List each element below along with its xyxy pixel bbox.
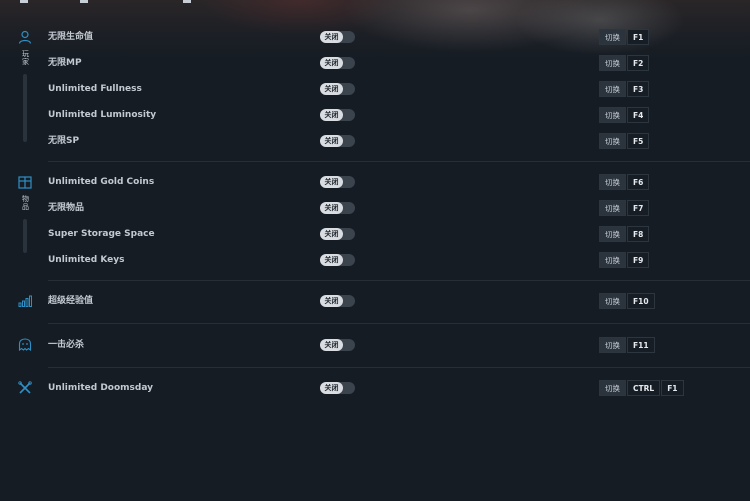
cheat-name: 无限生命值 (48, 32, 94, 42)
hotkey-group: 切换 F6 (599, 174, 650, 190)
cheat-name: Super Storage Space (48, 229, 155, 239)
hotkey-key[interactable]: F1 (661, 380, 684, 396)
cheat-toggle[interactable]: 关闭 (320, 254, 355, 266)
hotkey-group: 切换 F3 (599, 81, 650, 97)
hotkey-group: 切换 F2 (599, 55, 650, 71)
cheat-row: 一击必杀 关闭 切换 F11 (0, 333, 750, 357)
cheat-toggle[interactable]: 关闭 (320, 83, 355, 95)
hotkey-group: 切换 F11 (599, 337, 656, 353)
hotkey-switch-button[interactable]: 切换 (599, 200, 626, 216)
cheat-toggle[interactable]: 关闭 (320, 31, 355, 43)
cheat-row: 无限物品 关闭 切换 F7 (0, 196, 750, 220)
hotkey-switch-button[interactable]: 切换 (599, 252, 626, 268)
cheat-name: Unlimited Fullness (48, 84, 142, 94)
hotkey-key[interactable]: F9 (627, 252, 650, 268)
hotkey-switch-button[interactable]: 切换 (599, 29, 626, 45)
cheat-row: 无限SP 关闭 切换 F5 (0, 129, 750, 153)
header-edge-mark (80, 0, 88, 3)
header-edge-mark (20, 0, 28, 3)
cheat-name: Unlimited Doomsday (48, 383, 154, 393)
cheat-name: 无限SP (48, 136, 80, 146)
hotkey-key[interactable]: F7 (627, 200, 650, 216)
toggle-state-label: 关闭 (320, 109, 343, 121)
toggle-state-label: 关闭 (320, 176, 343, 188)
hotkey-key[interactable]: F11 (627, 337, 655, 353)
hotkey-group: 切换 F9 (599, 252, 650, 268)
cheat-name: Unlimited Luminosity (48, 110, 157, 120)
hotkey-group: 切换 CTRL F1 (599, 380, 685, 396)
toggle-state-label: 关闭 (320, 339, 343, 351)
hotkey-switch-button[interactable]: 切换 (599, 380, 626, 396)
header-edge-mark (183, 0, 191, 3)
cheat-name: Unlimited Gold Coins (48, 177, 155, 187)
cheat-row: 超级经验值 关闭 切换 F10 (0, 289, 750, 313)
hotkey-switch-button[interactable]: 切换 (599, 174, 626, 190)
hotkey-key[interactable]: F5 (627, 133, 650, 149)
section-divider (48, 323, 750, 324)
cheat-row: 无限生命值 关闭 切换 F1 (0, 25, 750, 49)
hotkey-switch-button[interactable]: 切换 (599, 337, 626, 353)
cheat-toggle[interactable]: 关闭 (320, 228, 355, 240)
hotkey-key[interactable]: F4 (627, 107, 650, 123)
hotkey-key[interactable]: F8 (627, 226, 650, 242)
hotkey-key[interactable]: F3 (627, 81, 650, 97)
toggle-state-label: 关闭 (320, 31, 343, 43)
hotkey-key[interactable]: F6 (627, 174, 650, 190)
toggle-state-label: 关闭 (320, 228, 343, 240)
hotkey-group: 切换 F5 (599, 133, 650, 149)
section-divider (48, 367, 750, 368)
cheat-toggle[interactable]: 关闭 (320, 135, 355, 147)
hotkey-switch-button[interactable]: 切换 (599, 226, 626, 242)
hotkey-key[interactable]: F1 (627, 29, 650, 45)
cheat-name: 超级经验值 (48, 296, 94, 306)
toggle-state-label: 关闭 (320, 295, 343, 307)
cheat-row: Unlimited Gold Coins 关闭 切换 F6 (0, 170, 750, 194)
cheat-row: Unlimited Fullness 关闭 切换 F3 (0, 77, 750, 101)
section-divider (48, 280, 750, 281)
hotkey-switch-button[interactable]: 切换 (599, 293, 626, 309)
hotkey-switch-button[interactable]: 切换 (599, 81, 626, 97)
cheat-name: 无限MP (48, 58, 82, 68)
hotkey-switch-button[interactable]: 切换 (599, 133, 626, 149)
hotkey-key[interactable]: F2 (627, 55, 650, 71)
hotkey-group: 切换 F1 (599, 29, 650, 45)
toggle-state-label: 关闭 (320, 135, 343, 147)
hotkey-key[interactable]: F10 (627, 293, 655, 309)
cheat-toggle[interactable]: 关闭 (320, 202, 355, 214)
hotkey-switch-button[interactable]: 切换 (599, 55, 626, 71)
hotkey-group: 切换 F4 (599, 107, 650, 123)
cheat-toggle[interactable]: 关闭 (320, 109, 355, 121)
hotkey-group: 切换 F10 (599, 293, 656, 309)
hotkey-modifier-key[interactable]: CTRL (627, 380, 661, 396)
cheat-row: Unlimited Doomsday 关闭 切换 CTRL F1 (0, 376, 750, 400)
cheat-toggle[interactable]: 关闭 (320, 176, 355, 188)
cheat-row: Unlimited Luminosity 关闭 切换 F4 (0, 103, 750, 127)
section-divider (48, 161, 750, 162)
toggle-state-label: 关闭 (320, 202, 343, 214)
cheat-toggle[interactable]: 关闭 (320, 339, 355, 351)
cheat-name: 一击必杀 (48, 340, 85, 350)
cheat-name: 无限物品 (48, 203, 85, 213)
cheat-row: Unlimited Keys 关闭 切换 F9 (0, 248, 750, 272)
cheat-row: 无限MP 关闭 切换 F2 (0, 51, 750, 75)
toggle-state-label: 关闭 (320, 57, 343, 69)
toggle-state-label: 关闭 (320, 254, 343, 266)
hotkey-switch-button[interactable]: 切换 (599, 107, 626, 123)
cheat-toggle[interactable]: 关闭 (320, 382, 355, 394)
hotkey-group: 切换 F7 (599, 200, 650, 216)
cheat-row: Super Storage Space 关闭 切换 F8 (0, 222, 750, 246)
hotkey-group: 切换 F8 (599, 226, 650, 242)
cheat-name: Unlimited Keys (48, 255, 125, 265)
toggle-state-label: 关闭 (320, 382, 343, 394)
cheat-toggle[interactable]: 关闭 (320, 57, 355, 69)
toggle-state-label: 关闭 (320, 83, 343, 95)
cheat-toggle[interactable]: 关闭 (320, 295, 355, 307)
